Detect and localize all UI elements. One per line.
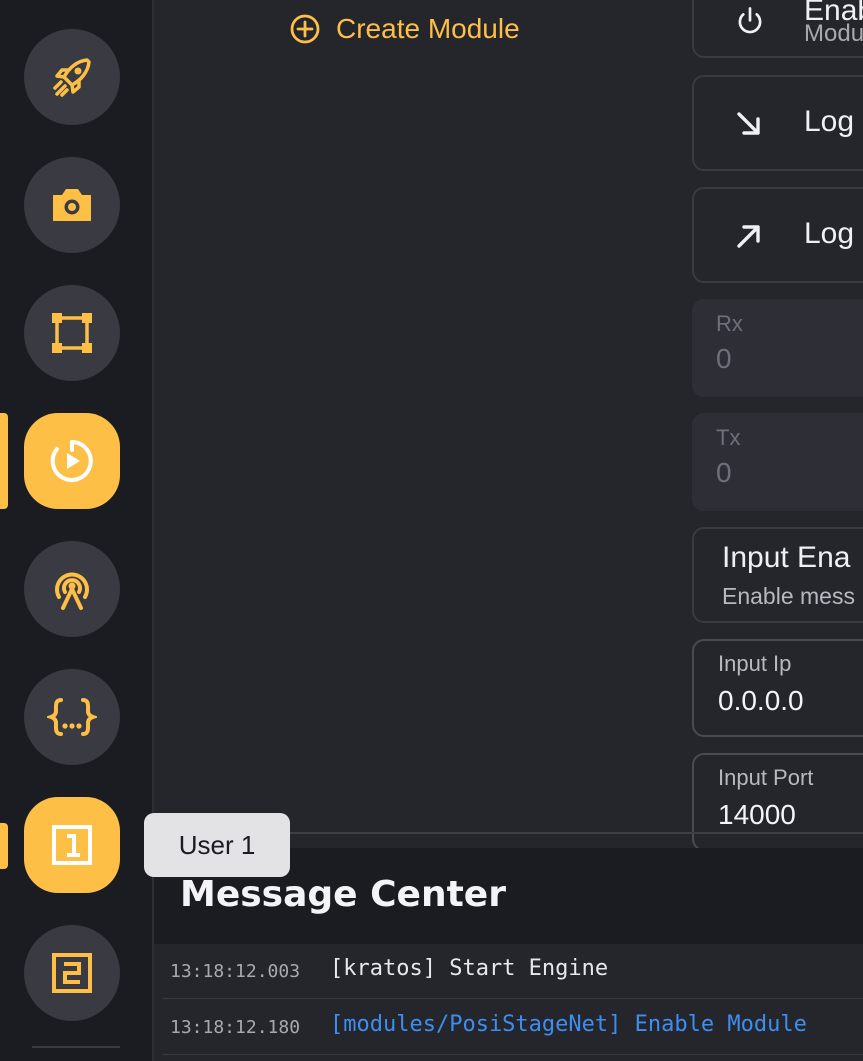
input-port-value[interactable]: 14000: [718, 799, 796, 831]
active-indicator-user: [0, 823, 8, 869]
message-center: Message Center 13:18:12.003 [kratos] Sta…: [154, 848, 863, 1061]
camera-icon: [53, 189, 91, 221]
arrow-up-right-icon: [737, 225, 760, 248]
nav-button-frame[interactable]: [24, 285, 120, 381]
sidebar-divider: [32, 1046, 120, 1048]
rx-field: Rx 0: [692, 299, 863, 397]
log-out-button[interactable]: Log: [692, 187, 863, 283]
log-message: [kratos] Start Engine: [330, 956, 609, 981]
broadcast-icon: [55, 572, 89, 610]
log-row: 13:18:12.180 [modules/PosiStageNet] Enab…: [162, 1000, 863, 1055]
sidebar: [0, 0, 152, 1061]
input-ip-field[interactable]: Input Ip 0.0.0.0: [692, 639, 863, 737]
braces-icon: [47, 698, 97, 736]
frame-icon: [52, 313, 92, 353]
tooltip-text: User 1: [178, 829, 256, 860]
log-row: 13:18:12.003 [kratos] Start Engine: [162, 944, 863, 999]
nav-button-camera[interactable]: [24, 157, 120, 253]
rx-label: Rx: [716, 311, 743, 336]
user-2-icon: [52, 953, 92, 993]
input-ip-label: Input Ip: [718, 651, 792, 676]
rocket-icon: [53, 58, 91, 97]
arrow-down-right-icon: [737, 112, 760, 135]
rx-value: 0: [716, 343, 732, 374]
message-center-title: Message Center: [180, 874, 506, 915]
enable-card-sub: Modu: [804, 20, 863, 47]
power-icon: [738, 7, 762, 34]
timer-play-icon: [50, 440, 93, 482]
input-port-label: Input Port: [718, 765, 814, 790]
tx-field: Tx 0: [692, 413, 863, 511]
create-module-button[interactable]: Create Module: [288, 8, 520, 50]
nav-button-variables[interactable]: [24, 669, 120, 765]
nav-button-broadcast[interactable]: [24, 541, 120, 637]
tx-label: Tx: [716, 425, 741, 450]
input-enable-toggle[interactable]: Input Ena Enable mess: [692, 527, 863, 623]
nav-tooltip: User 1: [144, 813, 290, 877]
input-enable-sub: Enable mess: [722, 583, 855, 609]
input-port-field[interactable]: Input Port 14000: [692, 753, 863, 851]
nav-button-user-2[interactable]: [24, 925, 120, 1021]
create-module-label: Create Module: [336, 13, 520, 44]
message-log: 13:18:12.003 [kratos] Start Engine 13:18…: [154, 944, 863, 1061]
log-in-button[interactable]: Log: [692, 75, 863, 171]
plus-circle-icon: [290, 14, 320, 44]
nav-button-timer[interactable]: [24, 413, 120, 509]
enable-module-toggle[interactable]: Enab Modu: [692, 0, 863, 58]
log-timestamp: 13:18:12.180: [170, 1017, 301, 1038]
log-in-label: Log: [804, 105, 855, 138]
nav-button-user-1[interactable]: [24, 797, 120, 893]
user-1-icon: [52, 825, 92, 865]
tx-value: 0: [716, 457, 732, 488]
log-message: [modules/PosiStageNet] Enable Module: [330, 1012, 807, 1037]
nav-button-rocket[interactable]: [24, 29, 120, 125]
input-enable-title: Input Ena: [722, 541, 851, 574]
log-timestamp: 13:18:12.003: [170, 961, 301, 982]
input-ip-value[interactable]: 0.0.0.0: [718, 685, 804, 717]
log-out-label: Log: [804, 217, 855, 250]
active-indicator: [0, 413, 8, 509]
